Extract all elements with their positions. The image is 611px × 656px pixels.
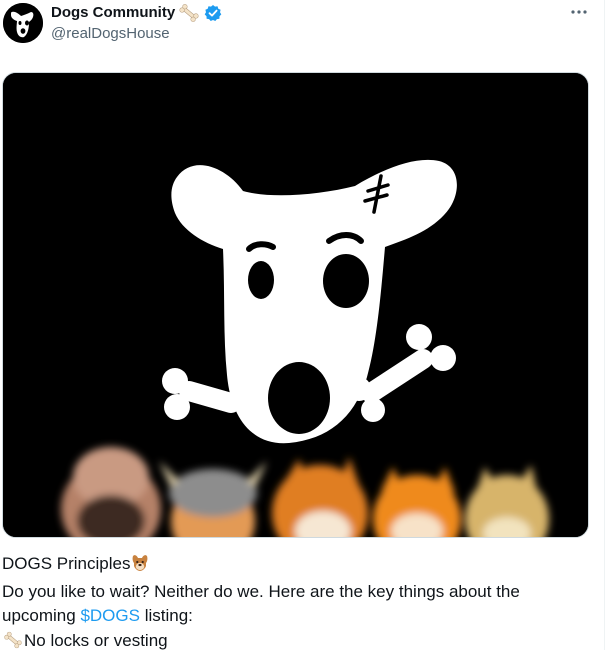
list-item-no-locks: No locks or vesting — [24, 631, 168, 650]
display-name[interactable]: Dogs Community — [51, 4, 175, 22]
tweet-text: DOGS Principles Do you like to wait? Nei… — [2, 552, 602, 656]
dog-logo-icon — [3, 3, 43, 43]
tweet-line-3-end: listing: — [140, 606, 193, 625]
handle[interactable]: @realDogsHouse — [51, 25, 170, 43]
tweet-line-1: DOGS Principles — [2, 552, 602, 580]
bone-icon — [2, 631, 24, 656]
tweet-media-image[interactable] — [2, 72, 589, 538]
cashtag-link[interactable]: $DOGS — [80, 606, 140, 625]
more-options-icon — [569, 9, 589, 15]
avatar[interactable] — [3, 3, 43, 43]
verified-badge-icon[interactable] — [204, 4, 222, 22]
more-options-button[interactable] — [567, 2, 591, 22]
dog-face-icon — [130, 552, 150, 580]
display-name-row[interactable]: Dogs Community — [51, 4, 222, 22]
tweet-line-2: Do you like to wait? Neither do we. Here… — [2, 580, 602, 605]
dogs-mascot-illustration — [3, 73, 589, 538]
tweet-line-3: upcoming $DOGS listing: — [2, 604, 602, 629]
principles-heading: DOGS Principles — [2, 554, 130, 573]
tweet-line-4: No locks or vesting — [2, 629, 602, 656]
column-divider — [604, 0, 605, 650]
tweet-line-3-start: upcoming — [2, 606, 80, 625]
bone-icon — [177, 4, 201, 22]
tweet-header: Dogs Community @realDogsHouse — [0, 0, 611, 62]
